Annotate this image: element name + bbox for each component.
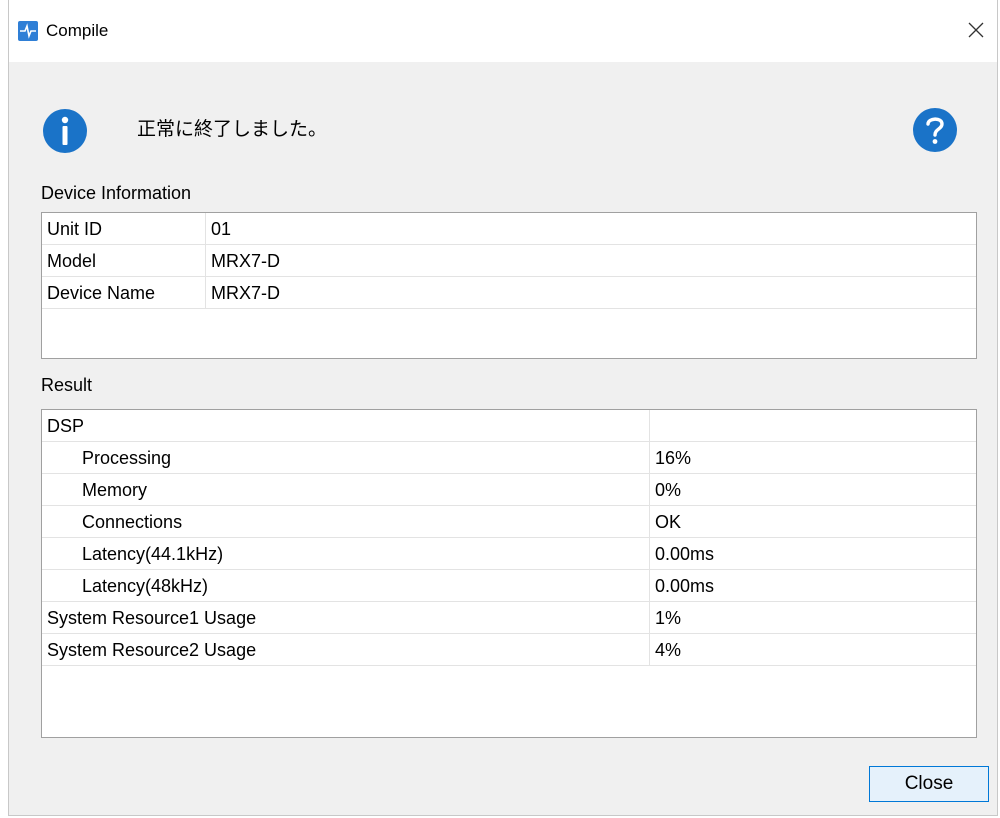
- result-value: 0%: [655, 480, 682, 500]
- device-info-name: Device Name: [42, 277, 206, 309]
- result-name: Latency(44.1kHz): [42, 538, 650, 570]
- table-row[interactable]: Connections OK: [42, 506, 976, 538]
- device-info-name: Unit ID: [42, 213, 206, 245]
- compile-dialog: Compile 正常に終了しました。 Device Information Un…: [8, 0, 998, 816]
- app-logo-icon: [18, 21, 38, 41]
- table-row[interactable]: Processing 16%: [42, 442, 976, 474]
- table-row[interactable]: Latency(48kHz) 0.00ms: [42, 570, 976, 602]
- device-info-value: 01: [211, 219, 232, 239]
- result-table: DSP Processing 16% Memory 0% Connections…: [41, 409, 977, 738]
- result-name: Latency(48kHz): [42, 570, 650, 602]
- table-row[interactable]: Unit ID 01: [42, 213, 976, 245]
- device-info-value: MRX7-D: [211, 283, 281, 303]
- table-row[interactable]: DSP: [42, 410, 976, 442]
- title-bar: Compile: [9, 0, 997, 62]
- window-title: Compile: [46, 21, 109, 40]
- table-row[interactable]: Memory 0%: [42, 474, 976, 506]
- result-name: DSP: [42, 410, 650, 442]
- result-name: Connections: [42, 506, 650, 538]
- status-message: 正常に終了しました。: [137, 118, 328, 140]
- result-value: 4%: [655, 640, 682, 660]
- table-row[interactable]: Latency(44.1kHz) 0.00ms: [42, 538, 976, 570]
- table-row[interactable]: Device Name MRX7-D: [42, 277, 976, 309]
- result-name: System Resource1 Usage: [42, 602, 650, 634]
- device-info-value: MRX7-D: [211, 251, 281, 271]
- result-value: 0.00ms: [655, 544, 715, 564]
- result-value: 1%: [655, 608, 682, 628]
- result-name: Memory: [42, 474, 650, 506]
- info-icon: [42, 108, 88, 154]
- result-value: OK: [655, 512, 682, 532]
- device-information-label: Device Information: [41, 183, 192, 203]
- result-label: Result: [41, 375, 93, 395]
- close-icon[interactable]: [959, 13, 993, 47]
- table-row[interactable]: System Resource2 Usage 4%: [42, 634, 976, 666]
- close-button[interactable]: Close: [869, 766, 989, 802]
- device-information-table: Unit ID 01 Model MRX7-D Device Name MRX7…: [41, 212, 977, 359]
- table-row[interactable]: Model MRX7-D: [42, 245, 976, 277]
- result-value: 16%: [655, 448, 692, 468]
- table-row[interactable]: System Resource1 Usage 1%: [42, 602, 976, 634]
- result-value: [650, 410, 976, 442]
- result-name: System Resource2 Usage: [42, 634, 650, 666]
- result-name: Processing: [42, 442, 650, 474]
- result-value: 0.00ms: [655, 576, 715, 596]
- help-icon[interactable]: [912, 107, 958, 153]
- device-info-name: Model: [42, 245, 206, 277]
